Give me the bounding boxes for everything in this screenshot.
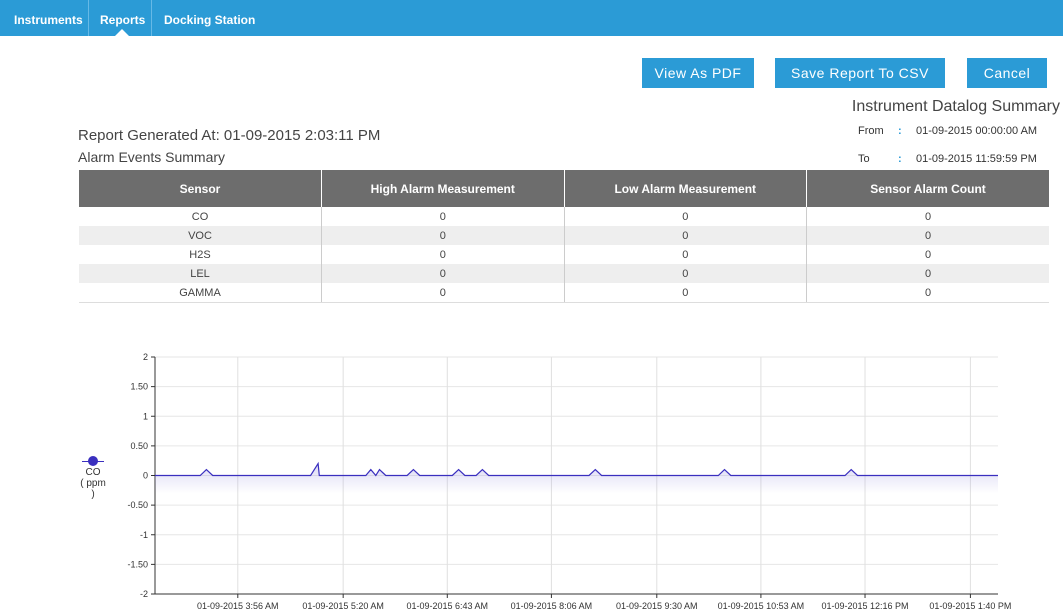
high-alarm-cell: 0 [321,226,564,245]
to-value: 01-09-2015 11:59:59 PM [916,153,1037,165]
x-tick-label: 01-09-2015 3:56 AM [197,601,279,611]
sensor-cell: CO [191,210,209,223]
tab-docking-station[interactable]: Docking Station [155,0,264,36]
sensor-cell: GAMMA [79,283,322,303]
to-colon: : [898,153,902,165]
low-alarm-cell: 0 [563,264,807,283]
column-header-alarm-count: Sensor Alarm Count [806,170,1049,207]
y-tick-label: 0.50 [130,441,148,451]
high-alarm-cell: 0 [321,264,564,283]
series-line-co [155,461,998,477]
y-tick-label: -2 [140,589,148,599]
low-alarm-cell: 0 [563,207,807,226]
x-tick-label: 01-09-2015 10:53 AM [718,601,805,611]
y-tick-label: 1.50 [130,382,148,392]
low-alarm-cell: 0 [563,245,807,264]
from-colon: : [898,125,902,137]
save-report-csv-button[interactable]: Save Report To CSV [775,58,945,88]
co-datalog-chart: 2 1.50 1 0.50 0 -0.50 -1 -1.50 -2 01-09-2015 3:56… [127,352,1011,611]
datalog-summary-title: Instrument Datalog Summary [851,98,1060,115]
low-alarm-cell: 0 [563,226,807,245]
sensor-cell: LEL [79,264,322,283]
high-alarm-cell: 0 [321,283,564,303]
tab-divider [88,0,89,36]
column-header-sensor: Sensor [79,170,322,207]
low-alarm-cell: 0 [563,283,807,303]
to-label: To [858,153,870,165]
y-tick-label: 1 [143,411,148,421]
alarm-events-summary-title: Alarm Events Summary [78,149,226,165]
alarm-count-cell: 0 [806,226,1049,245]
from-label: From [858,125,884,137]
column-header-low-alarm: Low Alarm Measurement [563,170,807,207]
alarm-count-cell: 0 [806,264,1049,283]
high-alarm-cell: 0 [321,245,564,264]
active-tab-indicator [115,29,129,36]
y-tick-label: 2 [143,352,148,362]
alarm-count-cell: 0 [806,245,1049,264]
alarm-count-cell: 0 [806,207,1049,226]
x-tick-label: 01-09-2015 6:43 AM [407,601,489,611]
high-alarm-cell: 0 [321,207,564,226]
table-row: CO 0 0 0 [79,207,1049,226]
table-header-row: Sensor High Alarm Measurement Low Alarm … [79,170,1049,207]
top-nav: Instruments Reports Docking Station [0,0,1063,36]
cancel-button[interactable]: Cancel [967,58,1047,88]
column-header-high-alarm: High Alarm Measurement [321,170,564,207]
x-tick-label: 01-09-2015 9:30 AM [616,601,698,611]
tab-divider [151,0,152,36]
x-tick-label: 01-09-2015 8:06 AM [511,601,593,611]
y-tick-label: -0.50 [127,500,148,510]
x-tick-label: 01-09-2015 12:16 PM [821,601,908,611]
sensor-cell: H2S [189,248,211,261]
table-row: LEL 0 0 0 [79,264,1049,283]
sensor-cell: VOC [79,226,322,245]
report-generated-at: Report Generated At: 01-09-2015 2:03:11 … [78,127,381,144]
x-tick-label: 01-09-2015 1:40 PM [929,601,1011,611]
view-as-pdf-button[interactable]: View As PDF [642,58,754,88]
from-value: 01-09-2015 00:00:00 AM [916,125,1038,137]
alarm-events-table: Sensor High Alarm Measurement Low Alarm … [79,170,1049,303]
alarm-count-cell: 0 [806,283,1049,303]
table-row: VOC 0 0 0 [79,226,1049,245]
tab-instruments[interactable]: Instruments [5,0,92,36]
table-row: H2S 0 0 0 [79,245,1049,264]
y-tick-label: 0 [143,471,148,481]
x-tick-label: 01-09-2015 5:20 AM [302,601,384,611]
series-area-co [155,463,998,494]
table-row: GAMMA 0 0 0 [79,283,1049,303]
y-tick-label: -1.50 [127,559,148,569]
y-tick-label: -1 [140,530,148,540]
